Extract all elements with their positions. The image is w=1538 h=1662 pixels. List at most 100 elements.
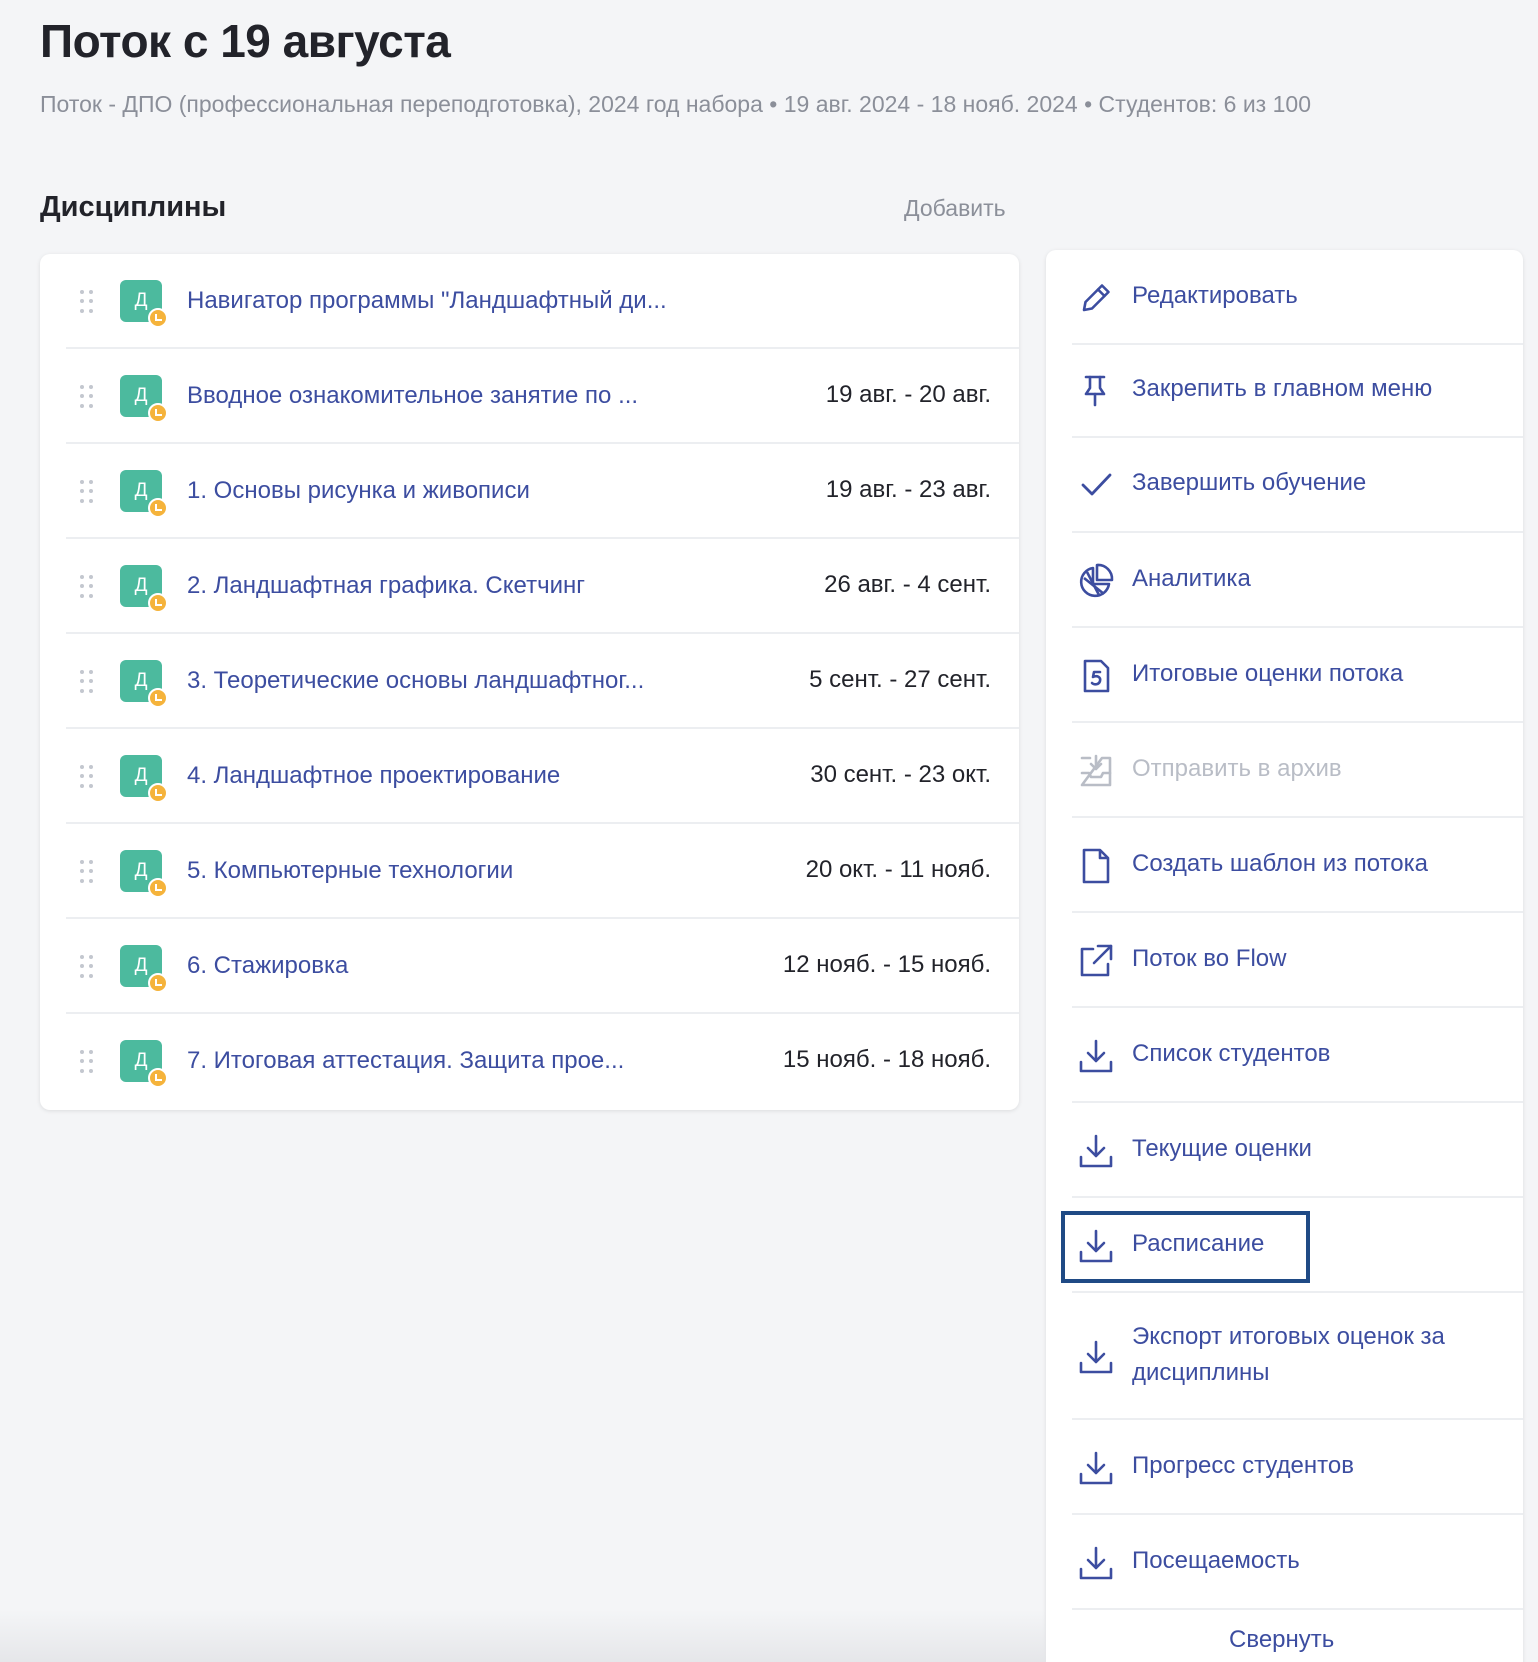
status-dot-icon bbox=[148, 878, 168, 898]
status-dot-icon bbox=[148, 688, 168, 708]
section-title-disciplines: Дисциплины bbox=[40, 191, 227, 223]
bottom-fade bbox=[0, 1610, 1046, 1662]
action-label: Создать шаблон из потока bbox=[1132, 850, 1429, 877]
action-label: Поток во Flow bbox=[1132, 945, 1287, 972]
action-label: Текущие оценки bbox=[1132, 1135, 1312, 1162]
external-link-icon bbox=[1076, 941, 1116, 981]
discipline-row[interactable]: Д Вводное ознакомительное занятие по ...… bbox=[66, 349, 1019, 444]
badge-letter: Д bbox=[134, 385, 148, 406]
action-students-list[interactable]: Список студентов bbox=[1072, 1008, 1523, 1103]
discipline-row[interactable]: Д 6. Стажировка 12 нояб. - 15 нояб. bbox=[66, 919, 1019, 1014]
action-stream-to-flow[interactable]: Поток во Flow bbox=[1072, 913, 1523, 1008]
discipline-name-link[interactable]: Навигатор программы "Ландшафтный ди... bbox=[187, 287, 787, 315]
discipline-type-badge: Д bbox=[120, 850, 168, 898]
badge-letter: Д bbox=[134, 860, 148, 881]
drag-handle-icon[interactable] bbox=[80, 1050, 94, 1074]
action-label: Отправить в архив bbox=[1132, 755, 1342, 782]
download-icon bbox=[1076, 1543, 1116, 1583]
document-icon bbox=[1076, 846, 1116, 886]
pie-chart-icon bbox=[1076, 561, 1116, 601]
action-label: Аналитика bbox=[1132, 565, 1251, 592]
archive-icon bbox=[1076, 751, 1116, 791]
grade-document-icon bbox=[1076, 656, 1116, 696]
action-current-grades[interactable]: Текущие оценки bbox=[1072, 1103, 1523, 1198]
download-icon bbox=[1076, 1226, 1116, 1266]
discipline-dates: 20 окт. - 11 нояб. bbox=[805, 856, 991, 883]
action-label: Список студентов bbox=[1132, 1040, 1331, 1067]
discipline-row[interactable]: Д 3. Теоретические основы ландшафтног...… bbox=[66, 634, 1019, 729]
badge-letter: Д bbox=[134, 290, 148, 311]
discipline-row[interactable]: Д Навигатор программы "Ландшафтный ди... bbox=[66, 254, 1019, 349]
discipline-type-badge: Д bbox=[120, 660, 168, 708]
page-title: Поток с 19 августа bbox=[40, 15, 451, 67]
drag-handle-icon[interactable] bbox=[80, 765, 94, 789]
status-dot-icon bbox=[148, 403, 168, 423]
discipline-dates: 19 авг. - 23 авг. bbox=[825, 476, 991, 503]
action-final-grades[interactable]: Итоговые оценки потока bbox=[1072, 628, 1523, 723]
download-icon bbox=[1076, 1036, 1116, 1076]
discipline-name-link[interactable]: 7. Итоговая аттестация. Защита прое... bbox=[187, 1047, 787, 1075]
action-export-final-grades[interactable]: Экспорт итоговых оценок за дисциплины bbox=[1072, 1293, 1523, 1420]
discipline-type-badge: Д bbox=[120, 755, 168, 803]
discipline-name-link[interactable]: 1. Основы рисунка и живописи bbox=[187, 477, 787, 505]
discipline-type-badge: Д bbox=[120, 470, 168, 518]
discipline-dates: 30 сент. - 23 окт. bbox=[810, 761, 991, 788]
collapse-menu-link[interactable]: Свернуть bbox=[1229, 1626, 1334, 1654]
action-label: Прогресс студентов bbox=[1132, 1452, 1354, 1479]
status-dot-icon bbox=[148, 973, 168, 993]
action-finish-training[interactable]: Завершить обучение bbox=[1072, 438, 1523, 533]
drag-handle-icon[interactable] bbox=[80, 480, 94, 504]
badge-letter: Д bbox=[134, 670, 148, 691]
discipline-name-link[interactable]: 5. Компьютерные технологии bbox=[187, 857, 787, 885]
discipline-type-badge: Д bbox=[120, 375, 168, 423]
status-dot-icon bbox=[148, 1068, 168, 1088]
action-edit[interactable]: Редактировать bbox=[1072, 250, 1523, 345]
discipline-name-link[interactable]: 2. Ландшафтная графика. Скетчинг bbox=[187, 572, 787, 600]
drag-handle-icon[interactable] bbox=[80, 290, 94, 314]
disciplines-list: Д Навигатор программы "Ландшафтный ди...… bbox=[40, 254, 1019, 1110]
discipline-name-link[interactable]: 3. Теоретические основы ландшафтног... bbox=[187, 667, 787, 695]
action-schedule[interactable]: Расписание bbox=[1072, 1198, 1523, 1293]
action-label: Закрепить в главном меню bbox=[1132, 375, 1433, 402]
action-create-template[interactable]: Создать шаблон из потока bbox=[1072, 818, 1523, 913]
badge-letter: Д bbox=[134, 955, 148, 976]
pin-icon bbox=[1076, 371, 1116, 411]
download-icon bbox=[1076, 1131, 1116, 1171]
action-label: Экспорт итоговых оценок за дисциплины bbox=[1132, 1323, 1445, 1386]
check-icon bbox=[1076, 465, 1116, 505]
discipline-dates: 12 нояб. - 15 нояб. bbox=[782, 951, 991, 978]
action-label: Итоговые оценки потока bbox=[1132, 660, 1404, 687]
drag-handle-icon[interactable] bbox=[80, 955, 94, 979]
discipline-row[interactable]: Д 5. Компьютерные технологии 20 окт. - 1… bbox=[66, 824, 1019, 919]
drag-handle-icon[interactable] bbox=[80, 860, 94, 884]
drag-handle-icon[interactable] bbox=[80, 670, 94, 694]
discipline-dates: 5 сент. - 27 сент. bbox=[809, 666, 991, 693]
discipline-type-badge: Д bbox=[120, 565, 168, 613]
action-analytics[interactable]: Аналитика bbox=[1072, 533, 1523, 628]
discipline-dates: 26 авг. - 4 сент. bbox=[824, 571, 991, 598]
page-subtitle: Поток - ДПО (профессиональная переподгот… bbox=[40, 91, 1311, 117]
discipline-type-badge: Д bbox=[120, 945, 168, 993]
badge-letter: Д bbox=[134, 765, 148, 786]
discipline-row[interactable]: Д 4. Ландшафтное проектирование 30 сент.… bbox=[66, 729, 1019, 824]
discipline-row[interactable]: Д 7. Итоговая аттестация. Защита прое...… bbox=[66, 1014, 1019, 1109]
drag-handle-icon[interactable] bbox=[80, 385, 94, 409]
status-dot-icon bbox=[148, 593, 168, 613]
discipline-row[interactable]: Д 1. Основы рисунка и живописи 19 авг. -… bbox=[66, 444, 1019, 539]
action-students-progress[interactable]: Прогресс студентов bbox=[1072, 1420, 1523, 1515]
add-discipline-link[interactable]: Добавить bbox=[904, 195, 1006, 222]
action-pin-to-main-menu[interactable]: Закрепить в главном меню bbox=[1072, 345, 1523, 438]
download-icon bbox=[1076, 1448, 1116, 1488]
discipline-name-link[interactable]: 4. Ландшафтное проектирование bbox=[187, 762, 787, 790]
pencil-icon bbox=[1076, 278, 1116, 318]
action-label: Завершить обучение bbox=[1132, 469, 1367, 496]
discipline-name-link[interactable]: 6. Стажировка bbox=[187, 952, 787, 980]
discipline-name-link[interactable]: Вводное ознакомительное занятие по ... bbox=[187, 382, 787, 410]
action-attendance[interactable]: Посещаемость bbox=[1072, 1515, 1523, 1610]
badge-letter: Д bbox=[134, 1050, 148, 1071]
drag-handle-icon[interactable] bbox=[80, 575, 94, 599]
discipline-type-badge: Д bbox=[120, 280, 168, 328]
discipline-row[interactable]: Д 2. Ландшафтная графика. Скетчинг 26 ав… bbox=[66, 539, 1019, 634]
badge-letter: Д bbox=[134, 575, 148, 596]
download-icon bbox=[1076, 1337, 1116, 1377]
